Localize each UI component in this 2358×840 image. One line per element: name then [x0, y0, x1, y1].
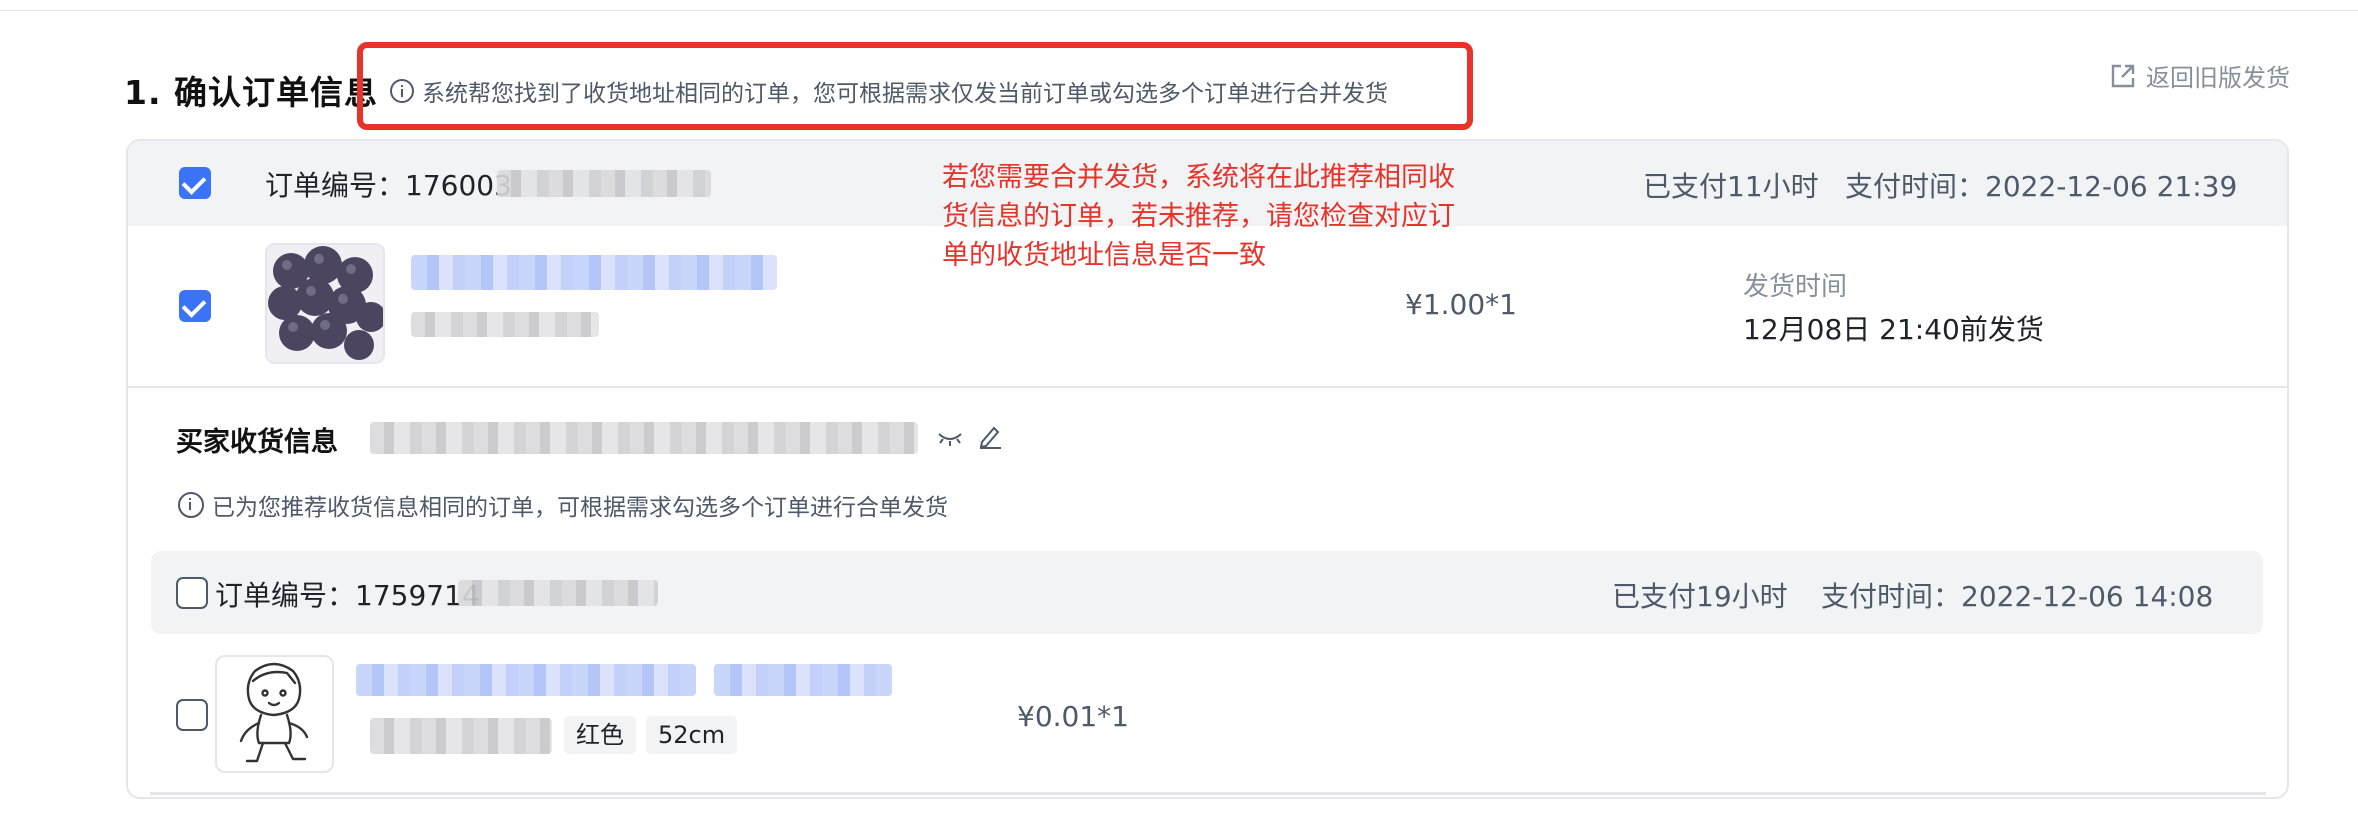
page: 1. 确认订单信息 系统帮您找到了收货地址相同的订单，您可根据需求仅发当前订单或… [0, 0, 2358, 840]
buyer-info-title: 买家收货信息 [176, 427, 338, 458]
related-item-price: ¥0.01*1 [1017, 700, 1129, 733]
related-order-id-label: 订单编号： [215, 579, 356, 612]
buyer-hint: 已为您推荐收货信息相同的订单，可根据需求勾选多个订单进行合单发货 [178, 488, 948, 522]
merge-notice: 系统帮您找到了收货地址相同的订单，您可根据需求仅发当前订单或勾选多个订单进行合并… [390, 74, 1388, 108]
order-divider [128, 386, 2287, 388]
order-id-value: 176003 [405, 169, 512, 202]
spec-tag-color: 红色 [564, 716, 636, 754]
ship-time-label: 发货时间 [1743, 272, 1848, 302]
order-paid-duration: 已支付11小时 [1643, 170, 1819, 203]
related-order-paid-duration: 已支付19小时 [1612, 580, 1788, 613]
top-divider [0, 10, 2358, 11]
related-product-title-redacted[interactable] [356, 664, 696, 696]
order-id-label: 订单编号： [265, 169, 406, 202]
related-product-spec-redacted [370, 718, 552, 754]
related-order-pay-time: 支付时间：2022-12-06 14:08 [1821, 580, 2214, 613]
item-checkbox[interactable] [179, 290, 211, 322]
return-old-version-label: 返回旧版发货 [2146, 64, 2290, 92]
product-title-redacted[interactable] [411, 255, 777, 290]
cartoon-child-drawing [217, 657, 332, 771]
product-image-cartoon [215, 655, 334, 773]
info-icon [178, 492, 204, 518]
related-order-id: 订单编号：1759714 [215, 574, 480, 614]
order-checkbox[interactable] [179, 167, 211, 199]
merge-notice-text: 系统帮您找到了收货地址相同的订单，您可根据需求仅发当前订单或勾选多个订单进行合并… [422, 81, 1388, 107]
bottom-divider [150, 792, 2266, 795]
order-id: 订单编号：176003 [265, 164, 512, 204]
order-id-redacted [497, 170, 711, 197]
product-spec-redacted [411, 312, 599, 337]
related-item-checkbox[interactable] [176, 699, 208, 731]
buyer-hint-text: 已为您推荐收货信息相同的订单，可根据需求勾选多个订单进行合单发货 [212, 495, 948, 521]
section-title: 1. 确认订单信息 [124, 73, 378, 112]
external-link-icon [2111, 64, 2135, 87]
order-pay-time: 支付时间：2022-12-06 21:39 [1845, 170, 2238, 203]
eye-closed-icon[interactable] [937, 428, 963, 448]
return-old-version-link[interactable]: 返回旧版发货 [2110, 58, 2290, 93]
related-product-title-redacted-2[interactable] [714, 664, 892, 696]
buyer-address-redacted [370, 422, 918, 454]
spec-tag-size: 52cm [646, 716, 738, 754]
related-order-checkbox[interactable] [176, 577, 208, 609]
related-order-id-redacted [458, 580, 658, 606]
info-icon [390, 79, 414, 103]
merge-annotation: 若您需要合并发货，系统将在此推荐相同收货信息的订单，若未推荐，请您检查对应订单的… [942, 162, 1455, 271]
item-price: ¥1.00*1 [1405, 288, 1517, 321]
grapes-photo [267, 245, 383, 362]
edit-icon[interactable] [977, 423, 1003, 449]
ship-deadline: 12月08日 21:40前发货 [1743, 313, 2044, 346]
product-image-grapes [265, 243, 385, 364]
